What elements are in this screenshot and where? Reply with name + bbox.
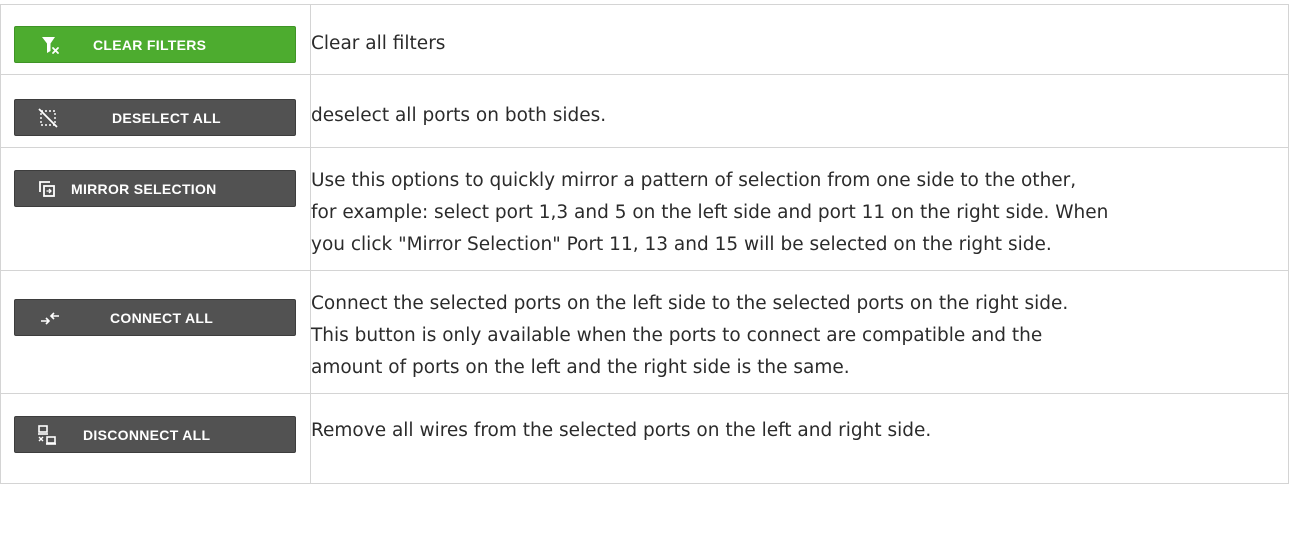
description-text: Remove all wires from the selected ports… (311, 420, 932, 441)
button-cell: DESELECT ALL (0, 74, 311, 148)
description-line: amount of ports on the left and the righ… (311, 357, 850, 378)
description-line: Use this options to quickly mirror a pat… (311, 170, 1077, 191)
mirror-icon (39, 181, 55, 197)
button-reference-table: CLEAR FILTERS Clear all filters DESELECT… (0, 4, 1289, 484)
clear-filters-label: CLEAR FILTERS (93, 37, 207, 53)
disconnect-all-label: DISCONNECT ALL (83, 427, 211, 443)
button-cell: DISCONNECT ALL (0, 393, 311, 484)
mirror-selection-label: MIRROR SELECTION (71, 181, 217, 197)
description-cell: Clear all filters (310, 4, 1289, 75)
connect-all-label: CONNECT ALL (110, 310, 214, 326)
table-row: CONNECT ALL Connect the selected ports o… (0, 270, 1289, 394)
table-row: DESELECT ALL deselect all ports on both … (0, 74, 1289, 148)
description-line: This button is only available when the p… (311, 325, 1043, 346)
button-cell: CONNECT ALL (0, 270, 311, 394)
clear-filters-button[interactable]: CLEAR FILTERS (14, 26, 296, 63)
description-cell: Connect the selected ports on the left s… (310, 270, 1289, 394)
table-row: MIRROR SELECTION Use this options to qui… (0, 147, 1289, 271)
connect-all-button[interactable]: CONNECT ALL (14, 299, 296, 336)
description-line: you click "Mirror Selection" Port 11, 13… (311, 234, 1052, 255)
description-line: Connect the selected ports on the left s… (311, 293, 1069, 314)
deselect-icon (38, 108, 58, 128)
button-cell: MIRROR SELECTION (0, 147, 311, 271)
disconnect-all-button[interactable]: DISCONNECT ALL (14, 416, 296, 453)
mirror-selection-button[interactable]: MIRROR SELECTION (14, 170, 296, 207)
description-cell: deselect all ports on both sides. (310, 74, 1289, 148)
description-line: for example: select port 1,3 and 5 on th… (311, 202, 1109, 223)
table-row: DISCONNECT ALL Remove all wires from the… (0, 393, 1289, 484)
connect-icon (41, 312, 59, 325)
disconnect-icon (38, 425, 56, 445)
description-cell: Remove all wires from the selected ports… (310, 393, 1289, 484)
filter-clear-icon (42, 37, 59, 54)
button-cell: CLEAR FILTERS (0, 4, 311, 75)
deselect-all-label: DESELECT ALL (112, 110, 221, 126)
description-cell: Use this options to quickly mirror a pat… (310, 147, 1289, 271)
table-row: CLEAR FILTERS Clear all filters (0, 4, 1289, 75)
description-text: Clear all filters (311, 33, 446, 54)
deselect-all-button[interactable]: DESELECT ALL (14, 99, 296, 136)
description-text: deselect all ports on both sides. (311, 105, 607, 126)
